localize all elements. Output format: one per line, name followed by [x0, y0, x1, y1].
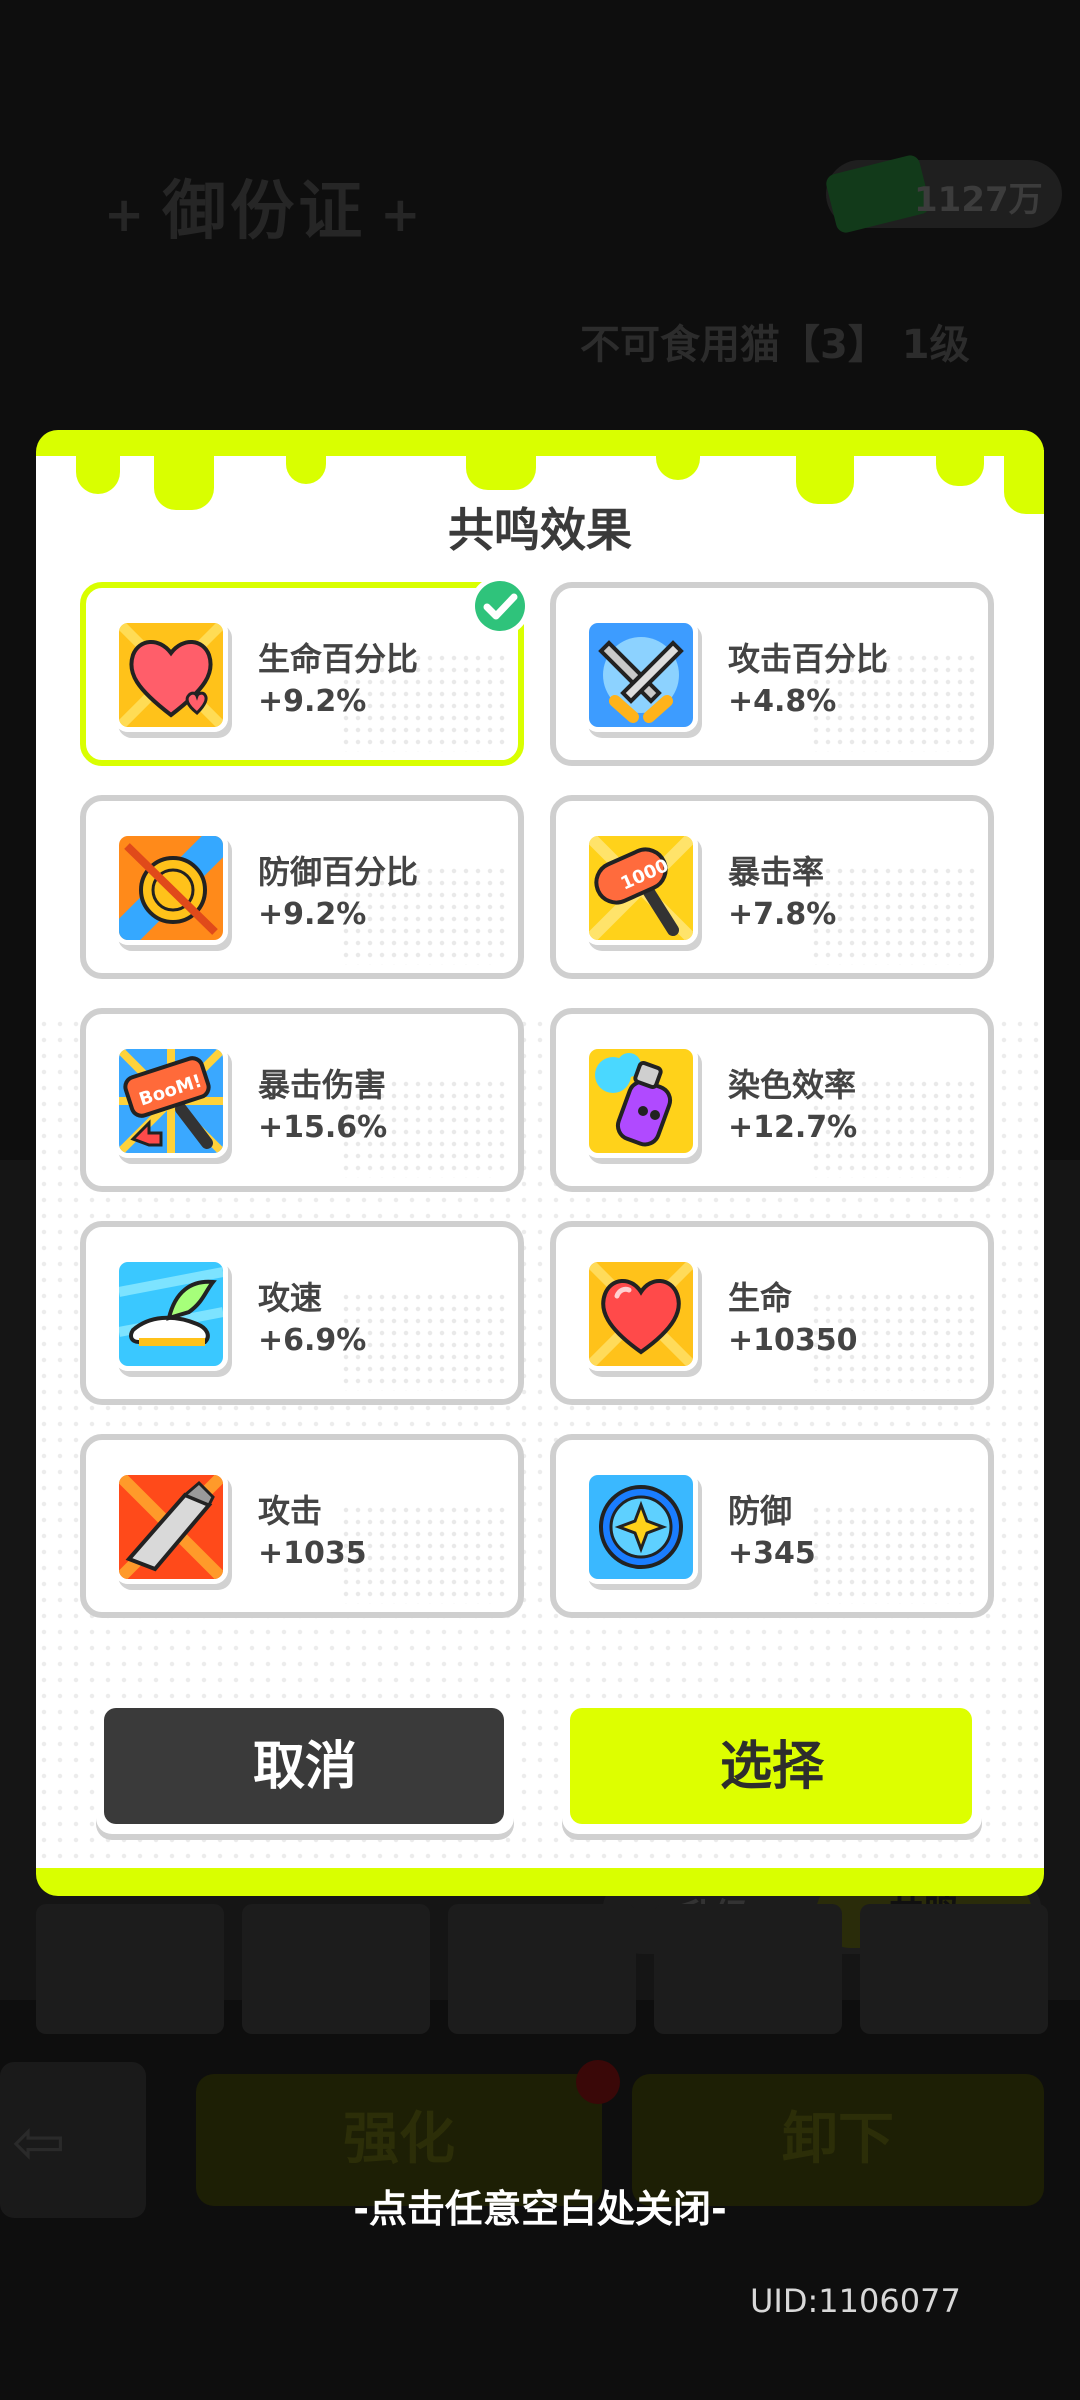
boom-hammer-icon: BooM! — [114, 1044, 228, 1158]
blade-icon — [114, 1470, 228, 1584]
heart-icon — [584, 1257, 698, 1371]
select-button[interactable]: 选择 — [562, 1700, 982, 1834]
broken-shield-icon — [114, 831, 228, 945]
effect-card[interactable]: 防御 +345 — [550, 1434, 994, 1618]
currency-amount: 1127万 — [914, 180, 1043, 220]
effect-name: 攻击百分比 — [728, 640, 889, 678]
cancel-button[interactable]: 取消 — [96, 1700, 514, 1834]
background-slots — [36, 1904, 1048, 2034]
effect-value: +1035 — [258, 1536, 367, 1571]
background-title: + 御份证 + — [104, 175, 425, 249]
heart-percent-icon — [114, 618, 228, 732]
effect-card[interactable]: 1000 暴击率 +7.8% — [550, 795, 994, 979]
winged-shoe-icon — [114, 1257, 228, 1371]
effect-value: +10350 — [728, 1323, 858, 1358]
effect-name: 攻击 — [258, 1492, 323, 1530]
effect-value: +6.9% — [258, 1323, 367, 1358]
effect-name: 防御百分比 — [258, 853, 419, 891]
effect-card[interactable]: 生命 +10350 — [550, 1221, 994, 1405]
effect-value: +9.2% — [258, 684, 367, 719]
close-hint: -点击任意空白处关闭- — [353, 2187, 727, 2231]
effect-name: 染色效率 — [728, 1066, 857, 1104]
shield-star-icon — [584, 1470, 698, 1584]
effect-name: 暴击伤害 — [258, 1066, 387, 1104]
effect-value: +15.6% — [258, 1110, 388, 1145]
effect-value: +12.7% — [728, 1110, 858, 1145]
dialog-title: 共鸣效果 — [448, 503, 632, 557]
effect-value: +7.8% — [728, 897, 837, 932]
paint-spray-icon — [584, 1044, 698, 1158]
effect-card[interactable]: 攻击 +1035 — [80, 1434, 524, 1618]
background-subtitle: 不可食用猫【3】 1级 — [580, 322, 970, 368]
effect-card[interactable]: 染色效率 +12.7% — [550, 1008, 994, 1192]
effect-name: 防御 — [728, 1492, 793, 1530]
card-halftone-pattern — [810, 1504, 980, 1604]
effect-card[interactable]: 防御百分比 +9.2% — [80, 795, 524, 979]
effect-card[interactable]: 生命百分比 +9.2% — [80, 582, 524, 766]
effect-name: 生命 — [728, 1279, 793, 1317]
notification-dot — [576, 2060, 620, 2104]
effect-name: 攻速 — [258, 1279, 323, 1317]
uid-label: UID:1106077 — [750, 2282, 961, 2320]
crossed-swords-icon — [584, 618, 698, 732]
selected-check-icon — [470, 576, 530, 636]
effect-card[interactable]: 攻击百分比 +4.8% — [550, 582, 994, 766]
hammer-icon: 1000 — [584, 831, 698, 945]
effect-name: 生命百分比 — [258, 640, 419, 678]
effect-value: +4.8% — [728, 684, 837, 719]
effect-value: +9.2% — [258, 897, 367, 932]
effect-value: +345 — [728, 1536, 816, 1571]
effect-card[interactable]: BooM! 暴击伤害 +15.6% — [80, 1008, 524, 1192]
effect-name: 暴击率 — [728, 853, 825, 891]
effect-card[interactable]: 攻速 +6.9% — [80, 1221, 524, 1405]
